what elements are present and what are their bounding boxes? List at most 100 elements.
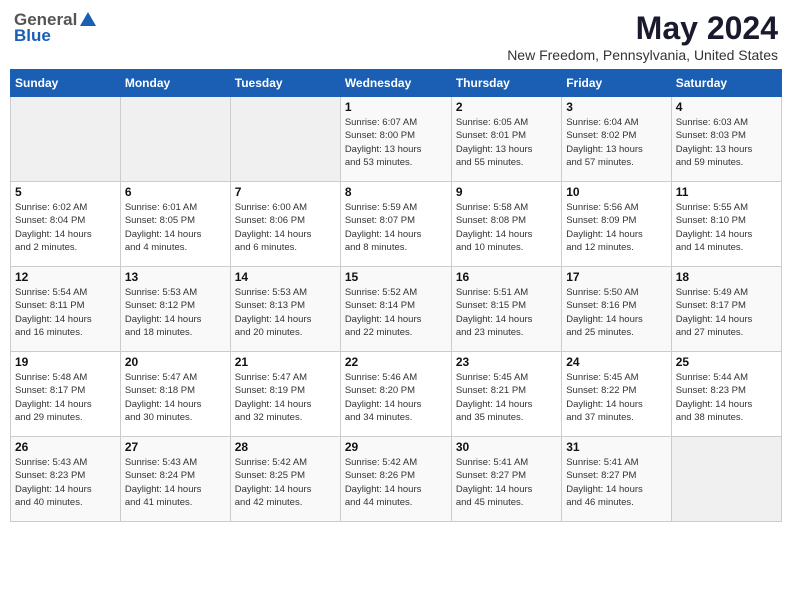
page-header: General Blue May 2024 New Freedom, Penns…	[10, 10, 782, 63]
day-info: and 53 minutes.	[345, 156, 447, 169]
day-number: 14	[235, 270, 336, 284]
logo: General Blue	[14, 10, 99, 46]
month-title: May 2024	[507, 10, 778, 47]
day-info: Sunrise: 5:41 AM	[566, 456, 666, 469]
day-number: 29	[345, 440, 447, 454]
day-info: Daylight: 14 hours	[676, 398, 777, 411]
day-info: Daylight: 14 hours	[345, 313, 447, 326]
day-info: Sunrise: 5:52 AM	[345, 286, 447, 299]
day-info: Sunrise: 5:46 AM	[345, 371, 447, 384]
day-number: 15	[345, 270, 447, 284]
header-wednesday: Wednesday	[340, 70, 451, 97]
day-number: 19	[15, 355, 116, 369]
day-info: and 14 minutes.	[676, 241, 777, 254]
day-info: and 37 minutes.	[566, 411, 666, 424]
day-info: Sunset: 8:10 PM	[676, 214, 777, 227]
day-info: Sunset: 8:17 PM	[676, 299, 777, 312]
day-number: 13	[125, 270, 226, 284]
day-info: and 45 minutes.	[456, 496, 557, 509]
day-number: 3	[566, 100, 666, 114]
table-row: 18Sunrise: 5:49 AMSunset: 8:17 PMDayligh…	[671, 267, 781, 352]
location-subtitle: New Freedom, Pennsylvania, United States	[507, 47, 778, 63]
table-row: 15Sunrise: 5:52 AMSunset: 8:14 PMDayligh…	[340, 267, 451, 352]
day-info: and 46 minutes.	[566, 496, 666, 509]
day-info: and 32 minutes.	[235, 411, 336, 424]
day-number: 30	[456, 440, 557, 454]
day-info: Sunset: 8:27 PM	[566, 469, 666, 482]
day-number: 26	[15, 440, 116, 454]
day-info: and 30 minutes.	[125, 411, 226, 424]
day-info: Sunset: 8:03 PM	[676, 129, 777, 142]
day-number: 17	[566, 270, 666, 284]
day-info: Sunset: 8:22 PM	[566, 384, 666, 397]
day-info: Sunrise: 5:49 AM	[676, 286, 777, 299]
table-row: 22Sunrise: 5:46 AMSunset: 8:20 PMDayligh…	[340, 352, 451, 437]
day-info: and 2 minutes.	[15, 241, 116, 254]
day-info: Sunset: 8:25 PM	[235, 469, 336, 482]
day-info: Sunset: 8:23 PM	[676, 384, 777, 397]
day-info: and 22 minutes.	[345, 326, 447, 339]
table-row: 24Sunrise: 5:45 AMSunset: 8:22 PMDayligh…	[562, 352, 671, 437]
day-info: and 59 minutes.	[676, 156, 777, 169]
day-info: and 18 minutes.	[125, 326, 226, 339]
table-row: 30Sunrise: 5:41 AMSunset: 8:27 PMDayligh…	[451, 437, 561, 522]
day-info: Sunset: 8:08 PM	[456, 214, 557, 227]
day-info: Sunrise: 5:41 AM	[456, 456, 557, 469]
day-info: Daylight: 14 hours	[676, 313, 777, 326]
day-info: Daylight: 14 hours	[566, 398, 666, 411]
day-info: Daylight: 14 hours	[566, 483, 666, 496]
table-row: 2Sunrise: 6:05 AMSunset: 8:01 PMDaylight…	[451, 97, 561, 182]
day-info: Sunset: 8:06 PM	[235, 214, 336, 227]
day-info: Sunset: 8:11 PM	[15, 299, 116, 312]
day-info: Daylight: 14 hours	[345, 228, 447, 241]
day-info: Sunset: 8:20 PM	[345, 384, 447, 397]
day-info: Sunrise: 6:07 AM	[345, 116, 447, 129]
day-info: and 6 minutes.	[235, 241, 336, 254]
day-info: Sunrise: 6:05 AM	[456, 116, 557, 129]
calendar-week-row: 1Sunrise: 6:07 AMSunset: 8:00 PMDaylight…	[11, 97, 782, 182]
logo-icon	[78, 10, 98, 30]
day-info: Daylight: 14 hours	[456, 398, 557, 411]
day-info: Sunrise: 5:43 AM	[15, 456, 116, 469]
day-info: Daylight: 14 hours	[345, 483, 447, 496]
day-info: Sunset: 8:17 PM	[15, 384, 116, 397]
day-info: and 10 minutes.	[456, 241, 557, 254]
day-info: Daylight: 14 hours	[676, 228, 777, 241]
table-row: 26Sunrise: 5:43 AMSunset: 8:23 PMDayligh…	[11, 437, 121, 522]
day-info: Daylight: 13 hours	[456, 143, 557, 156]
day-info: Sunset: 8:21 PM	[456, 384, 557, 397]
day-info: Sunrise: 5:59 AM	[345, 201, 447, 214]
header-thursday: Thursday	[451, 70, 561, 97]
table-row: 16Sunrise: 5:51 AMSunset: 8:15 PMDayligh…	[451, 267, 561, 352]
table-row: 1Sunrise: 6:07 AMSunset: 8:00 PMDaylight…	[340, 97, 451, 182]
table-row: 6Sunrise: 6:01 AMSunset: 8:05 PMDaylight…	[120, 182, 230, 267]
day-info: and 42 minutes.	[235, 496, 336, 509]
header-saturday: Saturday	[671, 70, 781, 97]
day-info: Sunset: 8:07 PM	[345, 214, 447, 227]
day-info: Daylight: 14 hours	[456, 313, 557, 326]
table-row: 12Sunrise: 5:54 AMSunset: 8:11 PMDayligh…	[11, 267, 121, 352]
day-info: Sunrise: 5:53 AM	[125, 286, 226, 299]
logo-blue-text: Blue	[14, 26, 51, 46]
day-number: 16	[456, 270, 557, 284]
table-row: 31Sunrise: 5:41 AMSunset: 8:27 PMDayligh…	[562, 437, 671, 522]
day-number: 10	[566, 185, 666, 199]
header-tuesday: Tuesday	[230, 70, 340, 97]
day-info: Daylight: 14 hours	[235, 228, 336, 241]
day-info: Sunset: 8:27 PM	[456, 469, 557, 482]
calendar-table: Sunday Monday Tuesday Wednesday Thursday…	[10, 69, 782, 522]
day-info: Daylight: 14 hours	[235, 483, 336, 496]
day-info: and 57 minutes.	[566, 156, 666, 169]
day-info: and 38 minutes.	[676, 411, 777, 424]
day-info: and 29 minutes.	[15, 411, 116, 424]
day-info: Daylight: 14 hours	[125, 313, 226, 326]
day-number: 22	[345, 355, 447, 369]
day-info: Sunrise: 5:48 AM	[15, 371, 116, 384]
day-number: 25	[676, 355, 777, 369]
day-info: Sunset: 8:15 PM	[456, 299, 557, 312]
day-info: Sunrise: 5:50 AM	[566, 286, 666, 299]
calendar-header-row: Sunday Monday Tuesday Wednesday Thursday…	[11, 70, 782, 97]
day-info: Daylight: 14 hours	[125, 228, 226, 241]
table-row: 8Sunrise: 5:59 AMSunset: 8:07 PMDaylight…	[340, 182, 451, 267]
header-friday: Friday	[562, 70, 671, 97]
